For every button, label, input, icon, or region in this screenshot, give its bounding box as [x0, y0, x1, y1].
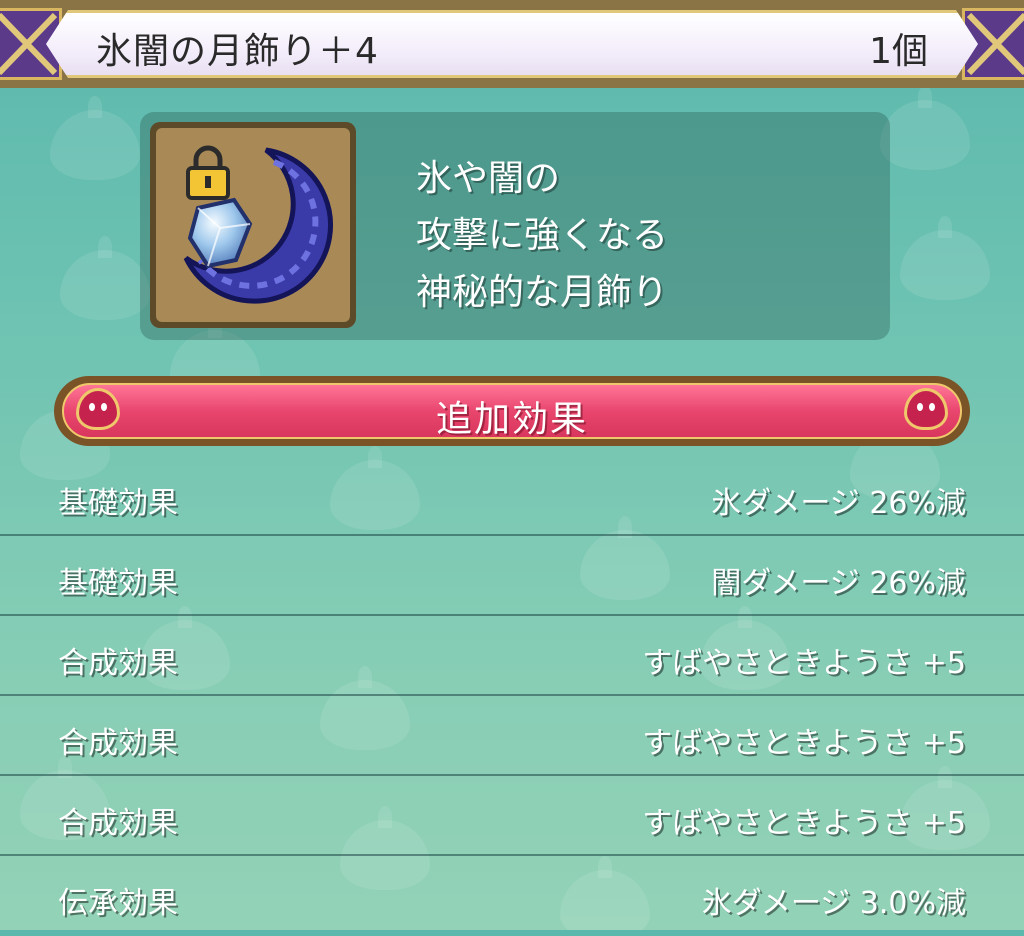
- effect-row: 合成効果 すばやさときようさ +5: [0, 776, 1024, 856]
- effect-type: 基礎効果: [58, 566, 178, 601]
- item-description: 氷や闇の 攻撃に強くなる 神秘的な月飾り: [416, 150, 668, 321]
- additional-effects-banner: 追加効果: [54, 376, 970, 446]
- description-line-2: 攻撃に強くなる: [416, 215, 669, 256]
- crescent-moon-accessory-icon: [156, 128, 350, 322]
- effect-value: 氷ダメージ 3.0%減: [701, 886, 966, 921]
- effect-value: 氷ダメージ 26%減: [711, 486, 966, 521]
- item-header: 氷闇の月飾り＋4 1個: [0, 0, 1024, 88]
- lock-icon: [186, 145, 230, 200]
- effect-type: 伝承効果: [58, 886, 178, 921]
- effect-value: すばやさときようさ +5: [642, 726, 966, 761]
- item-name: 氷闇の月飾り＋4: [96, 31, 379, 72]
- effect-row: 合成効果 すばやさときようさ +5: [0, 616, 1024, 696]
- item-icon-frame: [150, 122, 356, 328]
- effect-type: 合成効果: [58, 646, 178, 681]
- effect-value: すばやさときようさ +5: [642, 646, 966, 681]
- effect-row: 基礎効果 氷ダメージ 26%減: [0, 456, 1024, 536]
- description-line-3: 神秘的な月飾り: [416, 272, 669, 313]
- effect-value: 闇ダメージ 26%減: [711, 566, 966, 601]
- effect-type: 合成効果: [58, 806, 178, 841]
- effect-type: 基礎効果: [58, 486, 178, 521]
- effect-row: 合成効果 すばやさときようさ +5: [0, 696, 1024, 776]
- item-count: 1個: [869, 31, 928, 72]
- effect-row: 基礎効果 闇ダメージ 26%減: [0, 536, 1024, 616]
- effect-value: すばやさときようさ +5: [642, 806, 966, 841]
- description-line-1: 氷や闇の: [416, 158, 561, 199]
- effects-list: 基礎効果 氷ダメージ 26%減 基礎効果 闇ダメージ 26%減 合成効果 すばや…: [0, 456, 1024, 936]
- effect-type: 合成効果: [58, 726, 178, 761]
- section-title: 追加効果: [435, 399, 588, 440]
- effect-row: 伝承効果 氷ダメージ 3.0%減: [0, 856, 1024, 936]
